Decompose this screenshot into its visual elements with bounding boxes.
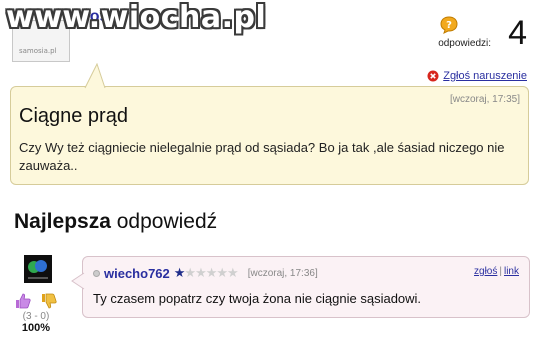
answers-label: odpowiedzi: — [438, 38, 491, 49]
thumbs-up-icon[interactable] — [14, 292, 32, 310]
report-violation-link[interactable]: Zgłoś naruszenie — [427, 70, 527, 82]
answer-text: Ty czasem popatrz czy twoja żona nie cią… — [93, 291, 422, 306]
question-body: Czy Wy też ciągniecie nielegalnie prąd o… — [19, 140, 505, 173]
answerer-avatar[interactable] — [24, 255, 52, 283]
question-timestamp: [wczoraj, 17:35] — [449, 94, 520, 105]
speech-pointer — [84, 63, 106, 89]
vote-panel: (3 - 0) 100% — [14, 292, 58, 334]
close-circle-icon — [427, 70, 439, 82]
asker-avatar-text: samosia.pl — [19, 47, 57, 55]
answer-timestamp: [wczoraj, 17:36] — [247, 267, 318, 279]
star-filled-icon: ★ — [173, 265, 186, 280]
answerer-avatar-image — [24, 255, 52, 283]
answers-count-block: ? odpowiedzi: 4 — [438, 14, 527, 52]
answers-number: 4 — [508, 14, 527, 52]
star-empty-icon: ★ — [195, 265, 207, 280]
answer-pointer — [71, 272, 85, 290]
question-title: Ciągne prąd — [19, 105, 128, 127]
site-watermark: www.wiocha.pl — [6, 0, 267, 35]
vote-counts: (3 - 0) — [22, 311, 50, 322]
star-empty-icon: ★ — [184, 265, 196, 280]
best-answer-heading: Najlepsza odpowiedź — [14, 210, 217, 234]
question-bubble-icon: ? — [440, 16, 458, 34]
thumbs-down-icon[interactable] — [40, 292, 58, 310]
answer-links: zgłoś | link — [474, 266, 519, 277]
answer-user-line: wiecho762 ★★★★★★ [wczoraj, 17:36] — [93, 265, 318, 281]
vote-percent: 100% — [21, 322, 51, 334]
report-violation-label: Zgłoś naruszenie — [443, 70, 527, 82]
question-box: [wczoraj, 17:35] Ciągne prąd Czy Wy też … — [10, 63, 529, 185]
star-empty-icon: ★ — [227, 265, 239, 280]
answer-permalink[interactable]: link — [504, 266, 519, 277]
svg-text:?: ? — [446, 20, 452, 31]
user-rating-stars: ★★★★★★ — [173, 265, 239, 281]
report-answer-link[interactable]: zgłoś — [474, 266, 497, 277]
star-empty-icon: ★ — [205, 265, 218, 280]
online-status-dot — [93, 269, 100, 277]
best-answer-box: wiecho762 ★★★★★★ [wczoraj, 17:36] zgłoś |… — [71, 256, 530, 318]
best-answer-heading-bold: Najlepsza — [14, 210, 111, 233]
answer-username[interactable]: wiecho762 — [104, 266, 170, 281]
star-empty-icon: ★ — [216, 265, 228, 280]
link-separator: | — [499, 266, 502, 277]
best-answer-heading-rest: odpowiedź — [110, 210, 218, 233]
